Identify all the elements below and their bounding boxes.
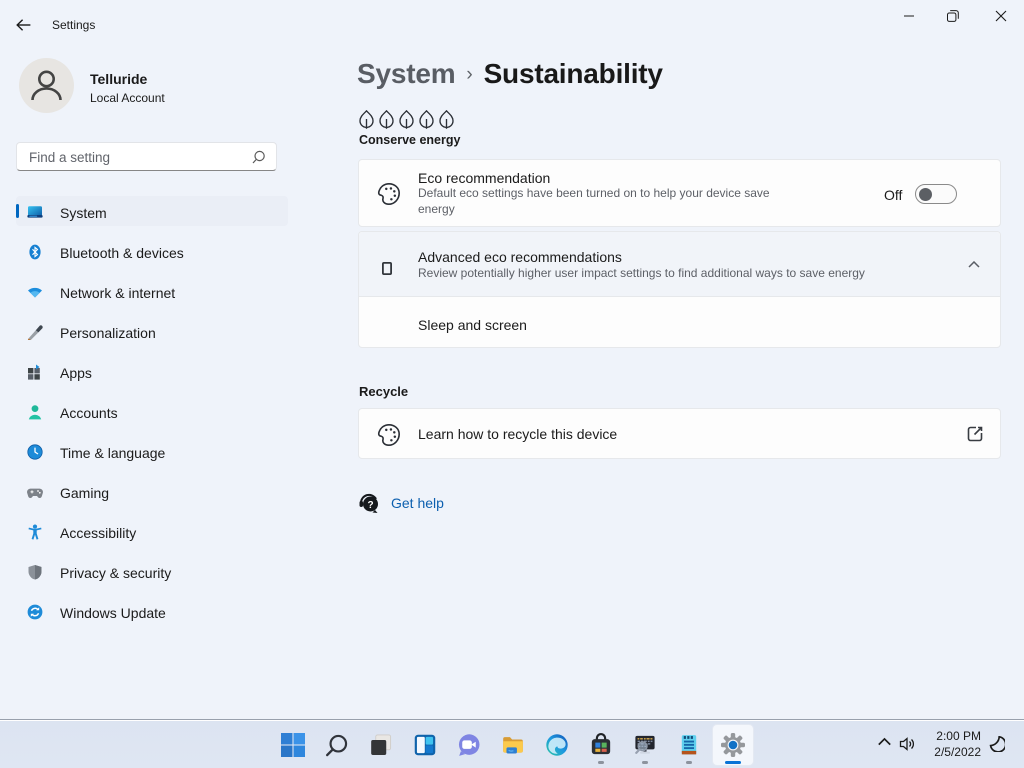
- svg-text:?: ?: [367, 500, 373, 511]
